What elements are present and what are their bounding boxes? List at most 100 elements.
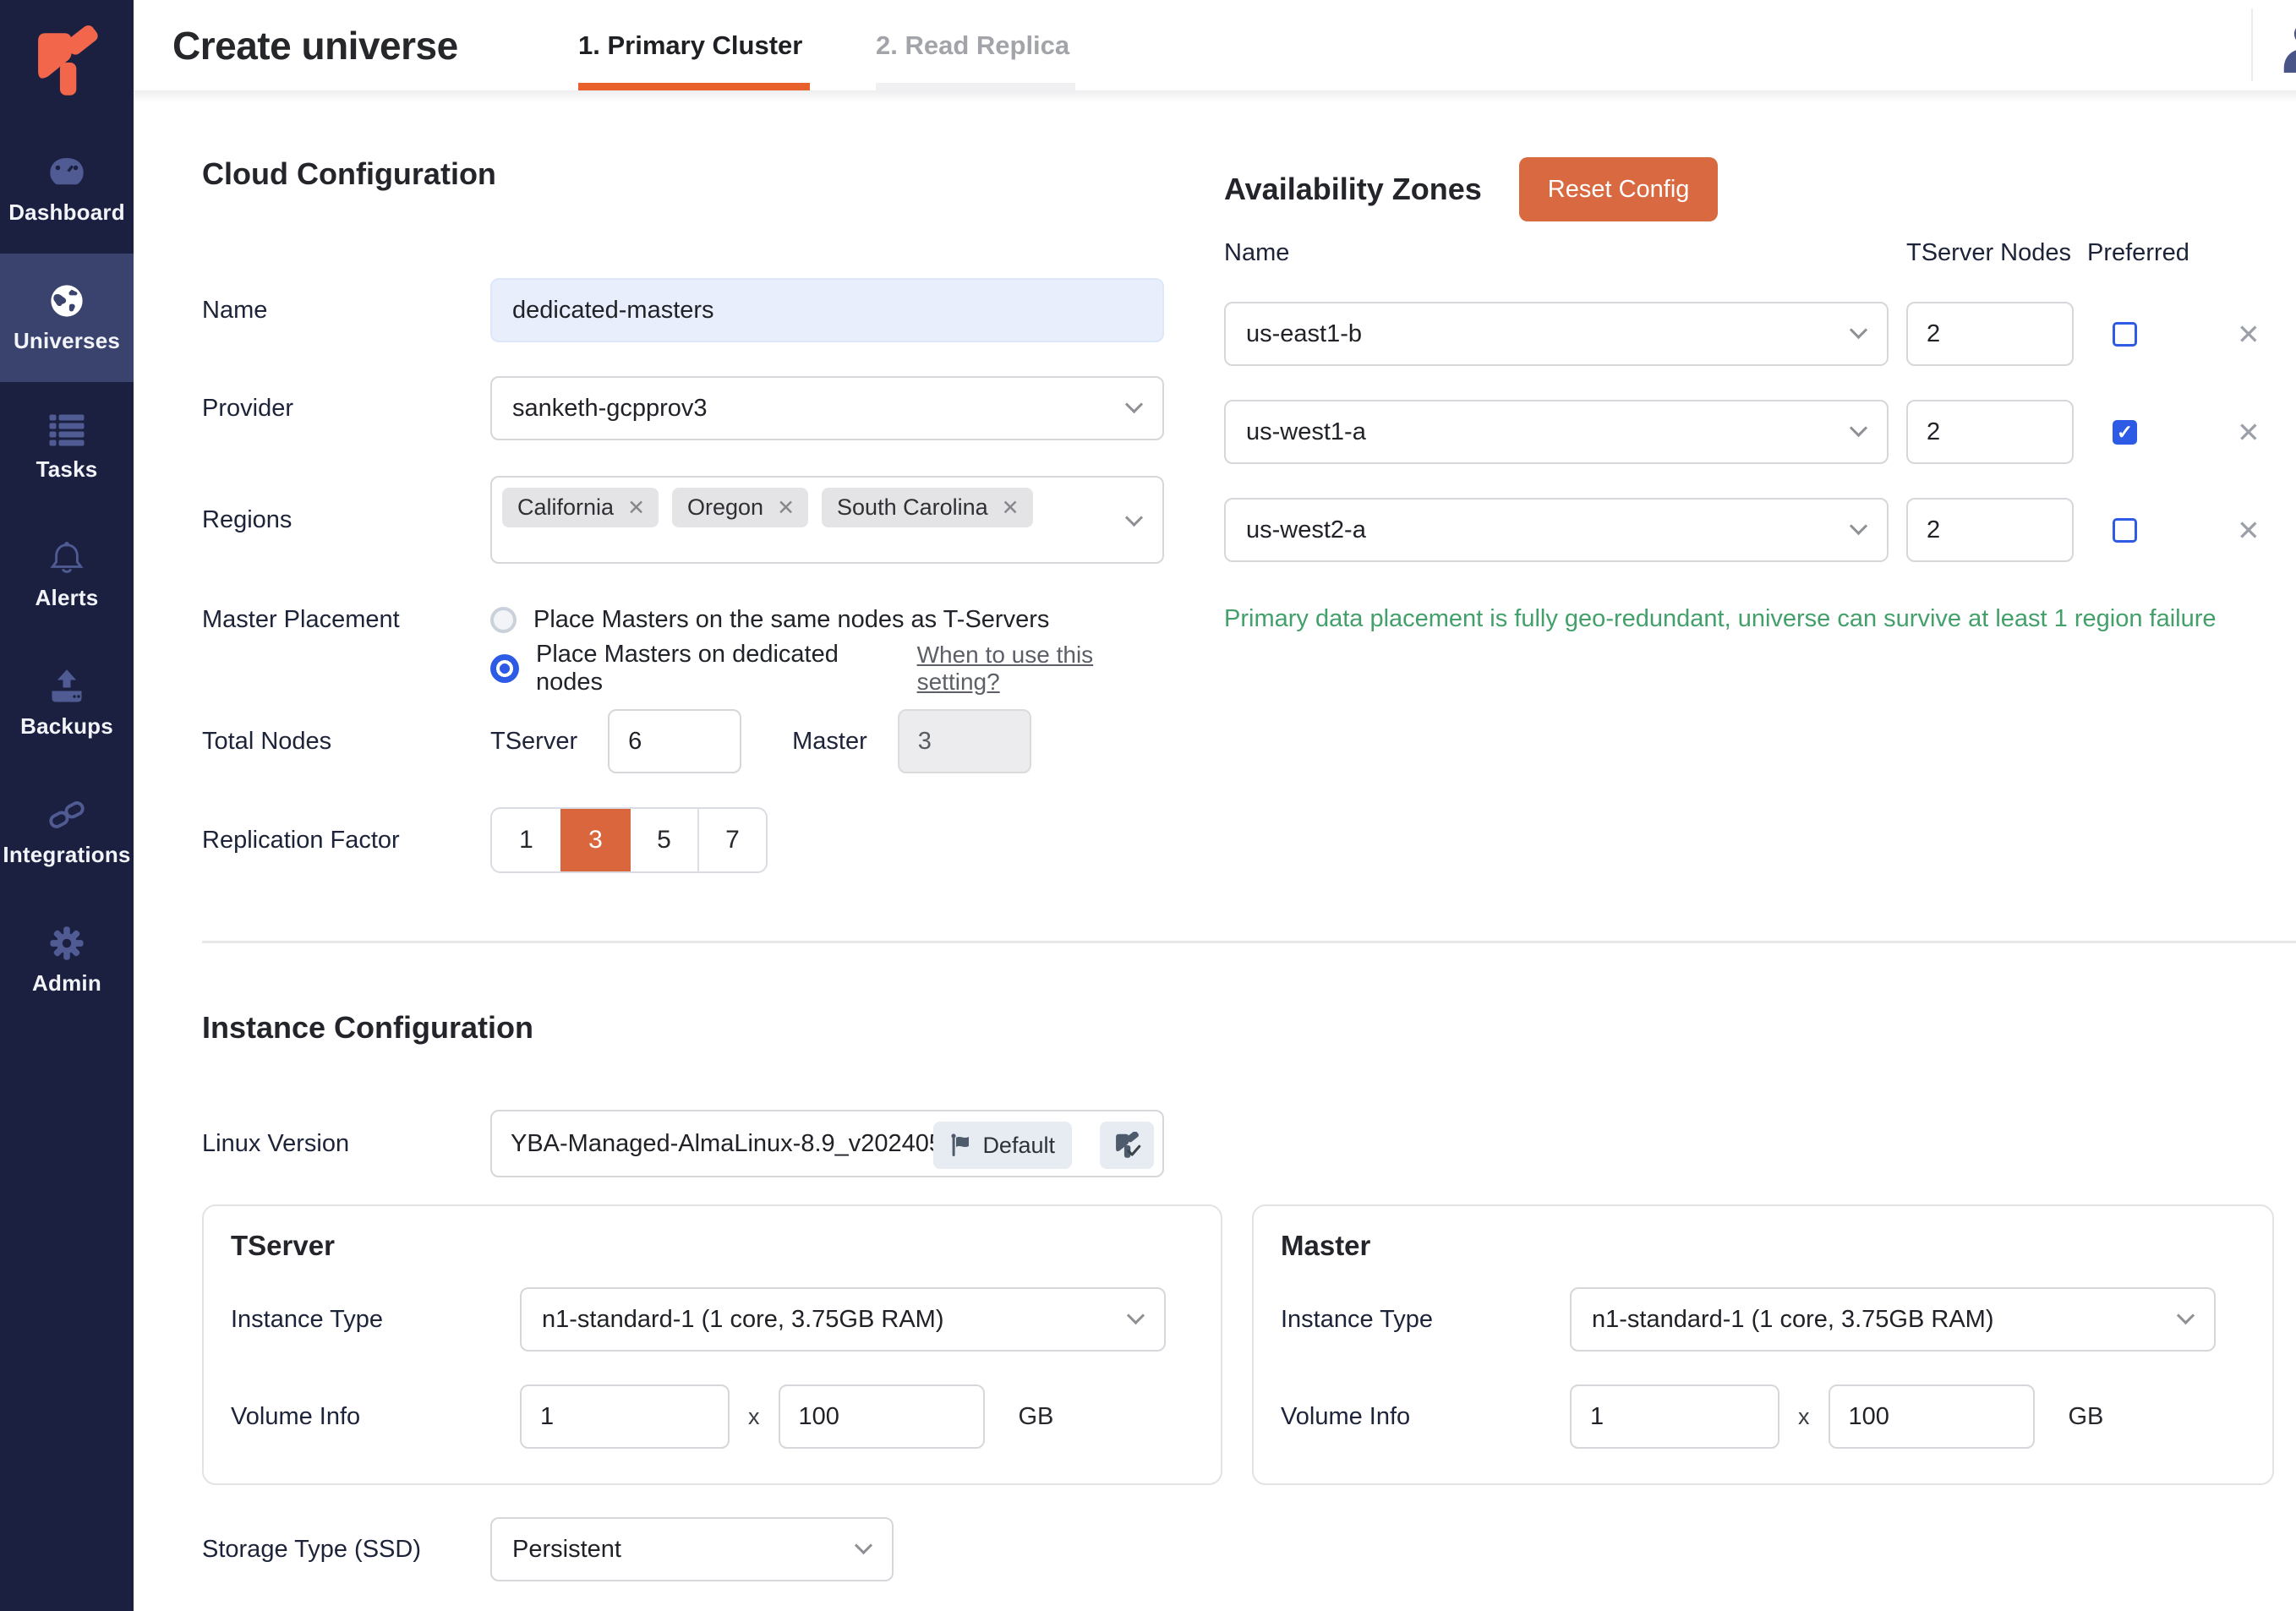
master-volume-size-input[interactable] (1829, 1384, 2035, 1449)
az-row: us-west1-a ✓ ✕ (1224, 400, 2281, 464)
az-nodes-input[interactable] (1906, 302, 2074, 366)
total-nodes-label: Total Nodes (202, 728, 490, 756)
region-chip: California ✕ (502, 488, 659, 527)
geo-redundancy-status: Primary data placement is fully geo-redu… (1224, 605, 2281, 633)
chevron-down-icon (1850, 321, 1867, 339)
radio-masters-dedicated-nodes[interactable]: Place Masters on dedicated nodes When to… (490, 647, 1166, 690)
tab-primary-cluster[interactable]: 1. Primary Cluster (578, 0, 810, 90)
universe-name-input[interactable] (490, 278, 1164, 342)
remove-zone-icon[interactable]: ✕ (2237, 320, 2260, 348)
master-placement-options: Place Masters on the same nodes as T-Ser… (490, 598, 1166, 690)
regions-multiselect[interactable]: California ✕ Oregon ✕ South Carolina ✕ (490, 476, 1164, 564)
sidebar-item-dashboard[interactable]: Dashboard (0, 125, 134, 254)
az-col-preferred: Preferred (2087, 239, 2189, 267)
master-count-label: Master (792, 728, 867, 756)
alerts-icon (46, 538, 87, 577)
sidebar-item-label: Tasks (36, 456, 98, 483)
cloud-configuration-section: Cloud Configuration Name Provider sanket… (202, 156, 1166, 873)
linux-version-select[interactable]: YBA-Managed-AlmaLinux-8.9_v20240515 Defa… (490, 1110, 1164, 1177)
rf-option-3[interactable]: 3 (560, 809, 629, 871)
admin-icon (46, 924, 87, 963)
sidebar-item-admin[interactable]: Admin (0, 896, 134, 1024)
rf-option-5[interactable]: 5 (629, 809, 697, 871)
regions-label: Regions (202, 506, 490, 534)
storage-type-select[interactable]: Persistent (490, 1517, 894, 1581)
region-chip-label: Oregon (687, 494, 763, 521)
sidebar-item-tasks[interactable]: Tasks (0, 382, 134, 511)
instance-type-label: Instance Type (1281, 1306, 1570, 1334)
linux-version-label: Linux Version (202, 1130, 490, 1158)
sidebar-item-universes[interactable]: Universes (0, 254, 134, 382)
az-zone-select[interactable]: us-west1-a (1224, 400, 1889, 464)
tserver-volume-count-input[interactable] (520, 1384, 730, 1449)
remove-zone-icon[interactable]: ✕ (2237, 418, 2260, 446)
chevron-down-icon (1125, 509, 1143, 527)
sidebar-item-label: Admin (32, 970, 101, 997)
master-instance-type-select[interactable]: n1-standard-1 (1 core, 3.75GB RAM) (1570, 1287, 2216, 1352)
availability-zones-heading: Availability Zones (1224, 172, 1482, 207)
instance-panels: TServer Instance Type n1-standard-1 (1 c… (202, 1204, 2274, 1485)
sidebar-item-label: Dashboard (8, 199, 125, 226)
chevron-down-icon (855, 1537, 872, 1554)
provider-select[interactable]: sanketh-gcpprov3 (490, 376, 1164, 440)
radio-label: Place Masters on dedicated nodes (536, 641, 888, 696)
remove-zone-icon[interactable]: ✕ (2237, 516, 2260, 544)
storage-type-row: Storage Type (SSD) Persistent (202, 1517, 1166, 1581)
remove-region-icon[interactable]: ✕ (1002, 495, 1020, 521)
az-row: us-west2-a ✓ ✕ (1224, 498, 2281, 562)
tserver-instance-type-select[interactable]: n1-standard-1 (1 core, 3.75GB RAM) (520, 1287, 1166, 1352)
reset-config-button[interactable]: Reset Config (1519, 157, 1719, 221)
yb-version-icon[interactable] (1100, 1122, 1154, 1169)
sidebar-item-backups[interactable]: Backups (0, 639, 134, 767)
chevron-down-icon (1850, 419, 1867, 437)
remove-region-icon[interactable]: ✕ (777, 495, 795, 521)
provider-label: Provider (202, 395, 490, 423)
default-badge: Default (933, 1122, 1072, 1169)
replication-factor-label: Replication Factor (202, 827, 490, 855)
az-zone-value: us-west2-a (1246, 516, 1366, 544)
sidebar-item-alerts[interactable]: Alerts (0, 511, 134, 639)
az-zone-select[interactable]: us-east1-b (1224, 302, 1889, 366)
volume-unit-label: GB (1019, 1403, 1054, 1431)
tab-primary-cluster-underline (578, 83, 810, 90)
yugabyte-logo-icon (31, 23, 102, 102)
page-header: Create universe 1. Primary Cluster 2. Re… (134, 0, 2296, 90)
when-to-use-link[interactable]: When to use this setting? (917, 642, 1166, 696)
tasks-icon (46, 410, 87, 449)
az-zone-value: us-east1-b (1246, 320, 1362, 348)
master-volume-count-input[interactable] (1570, 1384, 1779, 1449)
storage-type-value: Persistent (512, 1536, 621, 1564)
region-chip: South Carolina ✕ (822, 488, 1033, 527)
volume-info-label: Volume Info (231, 1403, 520, 1431)
universes-icon (46, 281, 87, 320)
az-col-nodes: TServer Nodes (1906, 239, 2087, 267)
az-nodes-input[interactable] (1906, 498, 2074, 562)
replication-factor-group: 1 3 5 7 (490, 807, 768, 873)
az-zone-value: us-west1-a (1246, 418, 1366, 446)
master-panel-title: Master (1281, 1230, 2245, 1262)
preferred-checkbox[interactable]: ✓ (2113, 518, 2137, 543)
sidebar-item-integrations[interactable]: Integrations (0, 767, 134, 896)
radio-masters-same-nodes[interactable]: Place Masters on the same nodes as T-Ser… (490, 598, 1166, 641)
region-chip-label: California (517, 494, 614, 521)
user-avatar-icon[interactable] (2279, 20, 2296, 71)
rf-option-1[interactable]: 1 (492, 809, 560, 871)
yugabyte-logo[interactable] (0, 0, 134, 125)
tserver-nodes-input[interactable] (608, 709, 741, 773)
tserver-volume-size-input[interactable] (779, 1384, 985, 1449)
master-panel: Master Instance Type n1-standard-1 (1 co… (1252, 1204, 2274, 1485)
volume-info-label: Volume Info (1281, 1403, 1570, 1431)
region-chip: Oregon ✕ (672, 488, 808, 527)
az-nodes-input[interactable] (1906, 400, 2074, 464)
preferred-checkbox[interactable]: ✓ (2113, 420, 2137, 445)
az-zone-select[interactable]: us-west2-a (1224, 498, 1889, 562)
remove-region-icon[interactable]: ✕ (627, 495, 645, 521)
flag-icon (950, 1133, 972, 1157)
instance-type-value: n1-standard-1 (1 core, 3.75GB RAM) (542, 1306, 943, 1334)
chevron-down-icon (1127, 1307, 1145, 1324)
preferred-checkbox[interactable]: ✓ (2113, 322, 2137, 347)
rf-option-7[interactable]: 7 (697, 809, 766, 871)
radio-icon (490, 607, 517, 633)
availability-zones-section: Availability Zones Reset Config Name TSe… (1224, 156, 2281, 633)
tab-read-replica[interactable]: 2. Read Replica (876, 0, 1075, 90)
